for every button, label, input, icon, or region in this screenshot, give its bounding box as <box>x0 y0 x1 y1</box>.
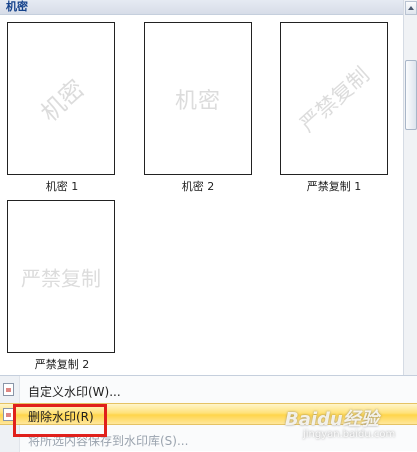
watermark-preview-text: 严禁复制 <box>21 266 101 290</box>
thumbnail-caption: 机密 1 <box>45 180 79 193</box>
watermark-icon <box>3 383 14 396</box>
custom-watermark-menu-item[interactable]: 自定义水印(W)... <box>0 379 417 401</box>
gallery-scrollbar[interactable] <box>403 0 417 375</box>
watermark-gallery: 机密 机密 机密 1 机密 机密 2 严禁复制 严禁复制 1 严禁复制 严禁复制… <box>0 0 417 375</box>
watermark-thumbnail-do-not-copy-2[interactable]: 严禁复制 <box>7 200 115 353</box>
watermark-thumbnail-confidential-1[interactable]: 机密 <box>7 22 115 175</box>
thumbnail-caption: 严禁复制 1 <box>306 180 362 193</box>
scrollbar-thumb[interactable] <box>405 60 417 130</box>
baidu-url-text: jingyan.baidu.com <box>303 429 396 440</box>
watermark-preview-text: 机密 <box>35 73 90 127</box>
thumbnail-caption: 严禁复制 2 <box>34 358 90 371</box>
annotation-highlight-box <box>13 404 107 437</box>
watermark-preview-text: 严禁复制 <box>295 62 374 137</box>
scroll-up-arrow-icon[interactable] <box>405 1 417 15</box>
section-header: 机密 <box>0 0 403 15</box>
watermark-thumbnail-confidential-2[interactable]: 机密 <box>144 22 252 175</box>
menu-item-label: 自定义水印(W)... <box>28 385 121 399</box>
baidu-brand-logo: Baidu经验 <box>285 409 379 430</box>
watermark-preview-text: 机密 <box>174 88 222 114</box>
watermark-thumbnail-do-not-copy-1[interactable]: 严禁复制 <box>280 22 388 175</box>
thumbnail-caption: 机密 2 <box>181 180 215 193</box>
baidu-watermark-overlay: Baidu经验 jingyan.baidu.com <box>277 403 417 443</box>
